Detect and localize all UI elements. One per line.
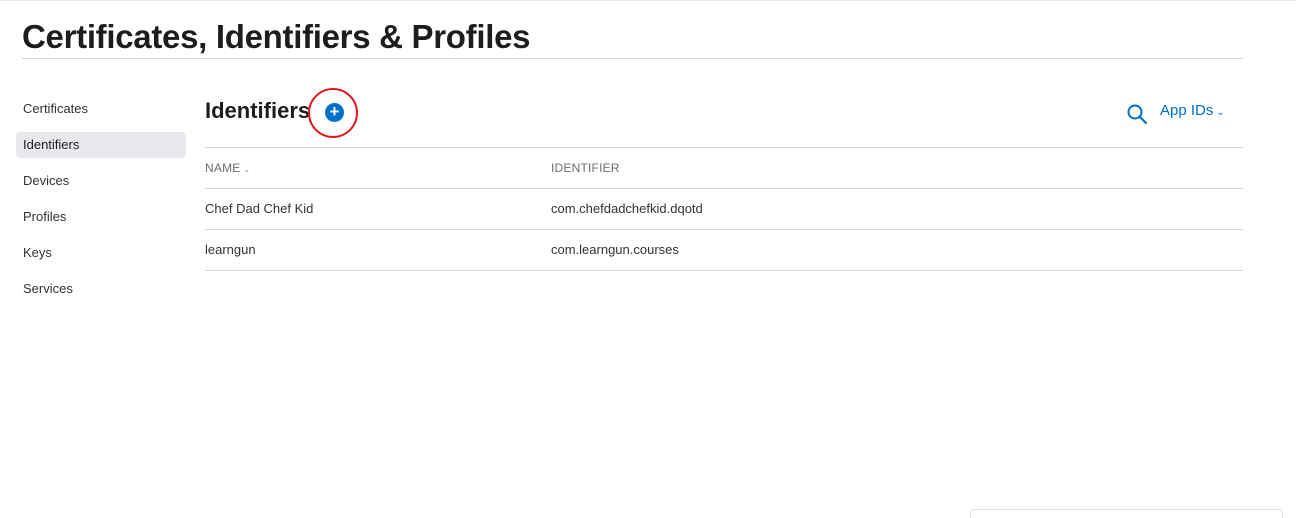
identifier-name: learngun — [205, 242, 256, 257]
sidebar-item-devices[interactable]: Devices — [16, 168, 186, 194]
corner-panel — [970, 509, 1283, 518]
sidebar-item-services[interactable]: Services — [16, 276, 186, 302]
top-divider — [0, 0, 1296, 1]
column-header-name[interactable]: NAME ⌄ — [205, 148, 250, 190]
plus-circle-icon: + — [329, 102, 340, 121]
sidebar-item-profiles[interactable]: Profiles — [16, 204, 186, 230]
page-title: Certificates, Identifiers & Profiles — [22, 18, 531, 55]
chevron-down-icon: ⌄ — [1216, 107, 1225, 118]
search-icon — [1127, 104, 1148, 125]
sidebar-item-certificates[interactable]: Certificates — [16, 96, 186, 122]
identifiers-table: NAME ⌄ IDENTIFIER Chef Dad Chef Kid com.c… — [205, 147, 1243, 271]
sidebar-item-identifiers[interactable]: Identifiers — [16, 132, 186, 158]
column-header-identifier: IDENTIFIER — [551, 161, 620, 175]
column-header-name-label: NAME — [205, 161, 241, 175]
add-identifier-button[interactable]: + — [325, 103, 344, 122]
identifier-value: com.learngun.courses — [551, 242, 679, 257]
identifier-value: com.chefdadchefkid.dqotd — [551, 201, 703, 216]
table-row[interactable]: learngun com.learngun.courses — [205, 229, 1243, 271]
filter-label: App IDs — [1160, 102, 1214, 119]
table-row[interactable]: Chef Dad Chef Kid com.chefdadchefkid.dqo… — [205, 188, 1243, 229]
title-divider — [22, 58, 1243, 59]
app-ids-filter-dropdown[interactable]: App IDs ⌄ — [1160, 102, 1225, 119]
sidebar-item-keys[interactable]: Keys — [16, 240, 186, 266]
chevron-down-icon: ⌄ — [243, 165, 251, 174]
section-title: Identifiers — [205, 98, 311, 123]
identifier-name: Chef Dad Chef Kid — [205, 201, 314, 216]
sidebar: Certificates Identifiers Devices Profile… — [16, 96, 186, 312]
search-button[interactable] — [1126, 103, 1148, 125]
table-header-row: NAME ⌄ IDENTIFIER — [205, 147, 1243, 188]
page: Certificates, Identifiers & Profiles Cer… — [0, 0, 1296, 518]
